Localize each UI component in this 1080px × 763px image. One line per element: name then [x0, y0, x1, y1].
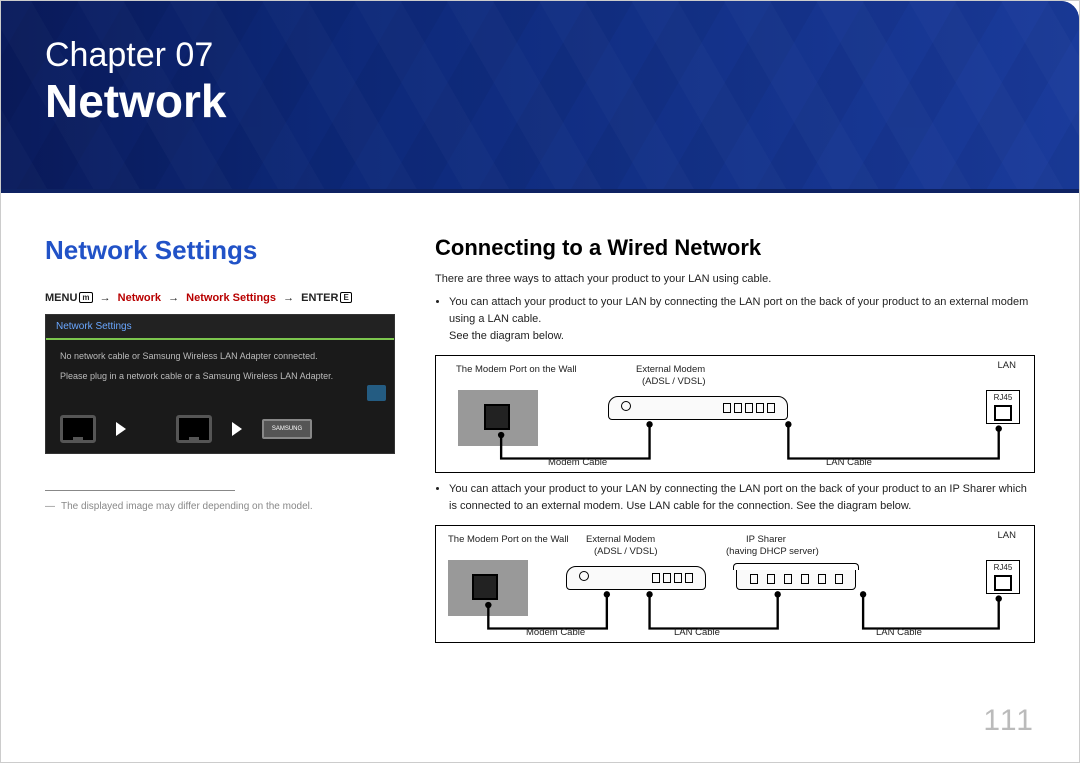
osd-body: No network cable or Samsung Wireless LAN… — [46, 340, 394, 393]
bullet-list: You can attach your product to your LAN … — [449, 294, 1035, 345]
chapter-hero: Chapter 07 Network — [1, 1, 1079, 193]
chapter-title: Network — [45, 76, 1035, 127]
subsection-heading: Connecting to a Wired Network — [435, 235, 1035, 261]
left-column: Network Settings MENUm → Network → Netwo… — [45, 235, 395, 651]
arrow-plug-icon — [232, 422, 242, 436]
dash-icon: ― — [45, 501, 55, 512]
footnote: ― The displayed image may differ dependin… — [45, 501, 395, 512]
osd-screenshot: Network Settings No network cable or Sam… — [45, 314, 395, 454]
osd-line1: No network cable or Samsung Wireless LAN… — [60, 350, 380, 364]
content-area: Network Settings MENUm → Network → Netwo… — [1, 193, 1079, 671]
manual-page: Chapter 07 Network Network Settings MENU… — [0, 0, 1080, 763]
osd-line2: Please plug in a network cable or a Sams… — [60, 370, 380, 384]
osd-tab: Network Settings — [46, 315, 394, 340]
usb-port-icon — [176, 415, 212, 443]
page-number: 111 — [983, 704, 1035, 738]
bullet-text: You can attach your product to your LAN … — [449, 296, 1028, 325]
diagram-wired-2: The Modem Port on the Wall External Mode… — [435, 525, 1035, 643]
section-title: Network Settings — [45, 235, 395, 266]
chapter-number: Chapter 07 — [45, 35, 1035, 76]
lbl-cable3: LAN Cable — [876, 627, 922, 638]
enter-icon: E — [340, 292, 351, 303]
menu-label: MENU — [45, 292, 77, 304]
lbl-cable2: LAN Cable — [826, 457, 872, 468]
arrow-icon: → — [164, 292, 183, 304]
menu-icon: m — [79, 292, 92, 303]
divider — [45, 490, 235, 491]
diagram-cables — [436, 356, 1034, 482]
arrow-icon: → — [96, 292, 115, 304]
enter-label: ENTER — [301, 292, 338, 304]
right-column: Connecting to a Wired Network There are … — [435, 235, 1035, 651]
footnote-text: The displayed image may differ depending… — [61, 501, 313, 512]
osd-ports: SAMSUNG — [60, 415, 312, 443]
menu-path: MENUm → Network → Network Settings → ENT… — [45, 292, 395, 304]
bullet-item: You can attach your product to your LAN … — [449, 294, 1035, 345]
lbl-cable1: Modem Cable — [526, 627, 585, 638]
path-network-settings: Network Settings — [186, 292, 276, 304]
arrow-icon: → — [279, 292, 298, 304]
diagram-wired-1: The Modem Port on the Wall External Mode… — [435, 355, 1035, 473]
lan-port-icon — [60, 415, 96, 443]
bullet-sub: See the diagram below. — [449, 330, 564, 342]
bullet-item: You can attach your product to your LAN … — [449, 481, 1035, 515]
bullet-list-2: You can attach your product to your LAN … — [449, 481, 1035, 515]
dongle-icon: SAMSUNG — [262, 419, 312, 439]
arrow-plug-icon — [116, 422, 126, 436]
bullet-text: You can attach your product to your LAN … — [449, 483, 1027, 512]
lbl-cable1: Modem Cable — [548, 457, 607, 468]
path-network: Network — [118, 292, 161, 304]
intro-paragraph: There are three ways to attach your prod… — [435, 271, 1035, 288]
lbl-cable2: LAN Cable — [674, 627, 720, 638]
osd-button-dim — [367, 385, 386, 401]
